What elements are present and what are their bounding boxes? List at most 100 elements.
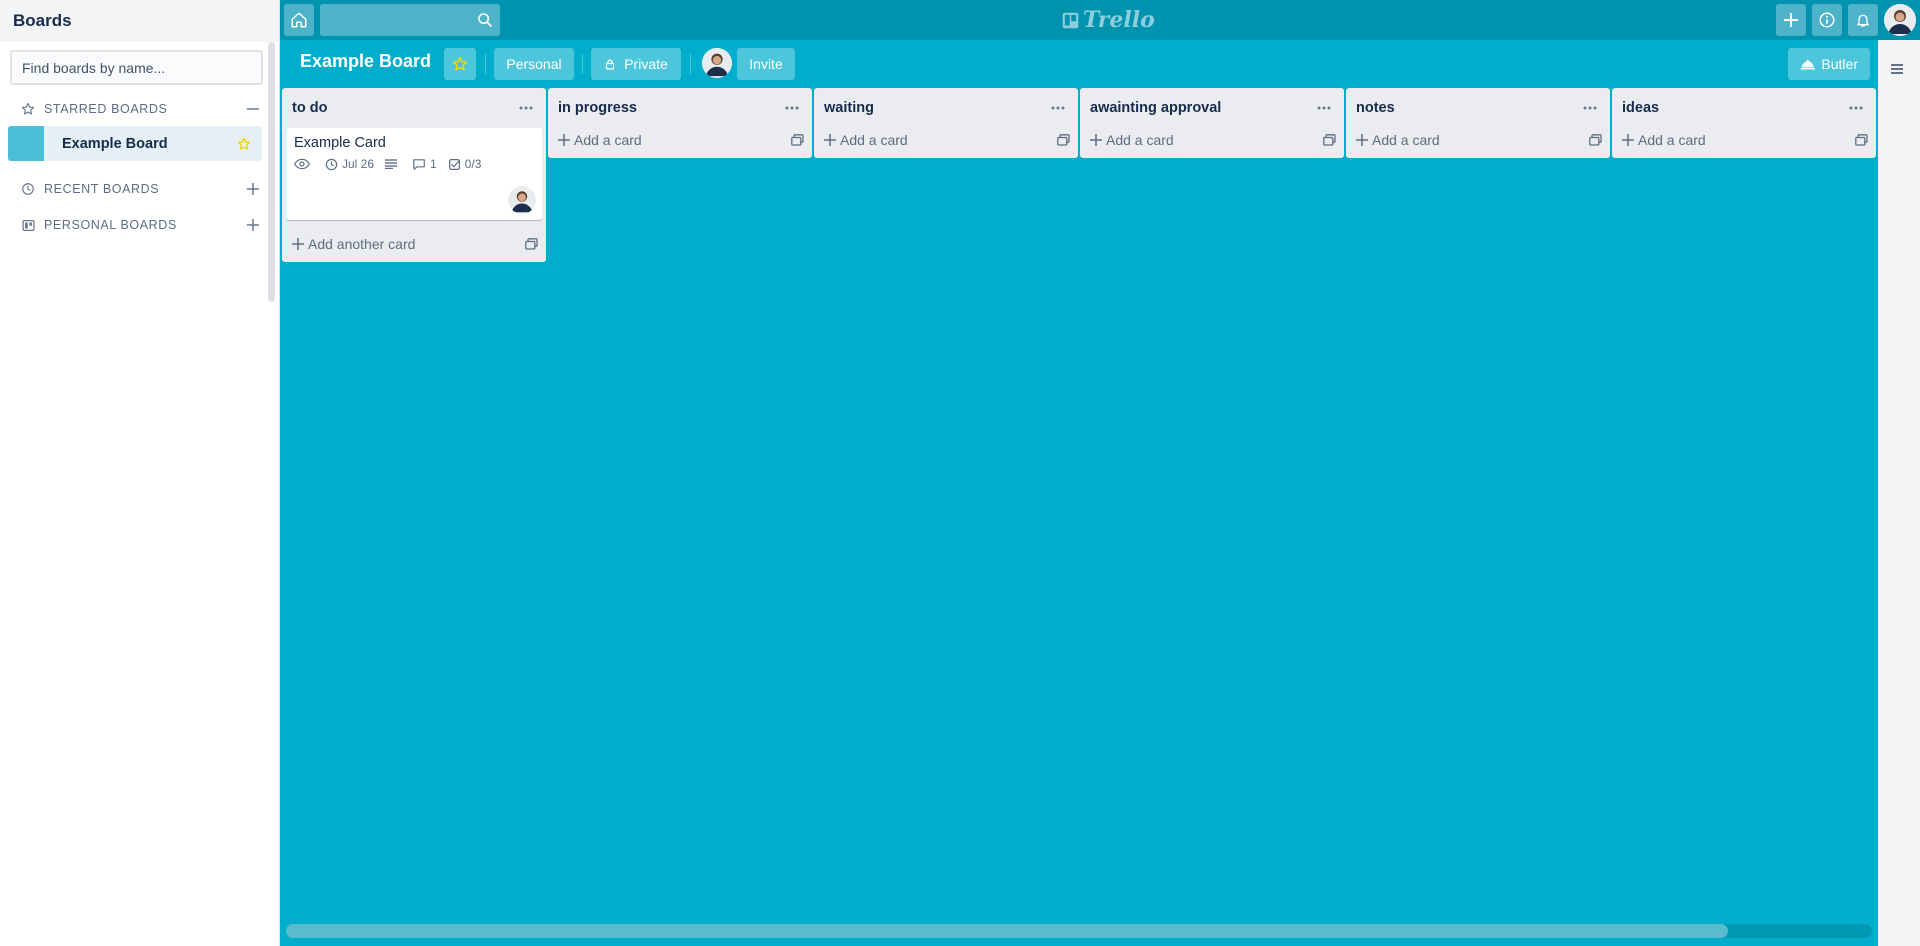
- checklist-count: 0/3: [464, 157, 482, 171]
- list-title[interactable]: ideas: [1622, 100, 1846, 116]
- info-icon: [1819, 12, 1835, 28]
- star-icon: [452, 56, 468, 71]
- sidebar-scrollbar[interactable]: [268, 42, 275, 302]
- trello-logo[interactable]: Trello: [1062, 7, 1155, 33]
- plus-icon: [1356, 134, 1368, 146]
- collapse-starred-button[interactable]: [245, 101, 261, 117]
- create-button[interactable]: [1776, 4, 1806, 36]
- star-filled-icon[interactable]: [234, 134, 254, 154]
- add-card-button[interactable]: Add a card: [548, 122, 812, 158]
- list-menu-button[interactable]: [516, 106, 536, 110]
- list-title[interactable]: notes: [1356, 100, 1580, 116]
- board-icon: [20, 217, 36, 233]
- privacy-button[interactable]: Private: [591, 48, 681, 80]
- privacy-label: Private: [624, 56, 668, 72]
- find-boards-input[interactable]: [10, 50, 263, 85]
- list-title[interactable]: waiting: [824, 100, 1048, 116]
- clock-icon: [325, 158, 338, 170]
- ellipsis-icon: [1849, 106, 1863, 110]
- team-visibility-button[interactable]: Personal: [494, 48, 574, 80]
- list-title[interactable]: in progress: [558, 100, 782, 116]
- user-avatar[interactable]: [1884, 4, 1916, 36]
- butler-icon: [1800, 59, 1815, 70]
- card-template-icon[interactable]: [1057, 134, 1070, 146]
- info-button[interactable]: [1812, 4, 1842, 36]
- board-member-avatar[interactable]: [702, 48, 732, 78]
- recent-boards-label: RECENT BOARDS: [44, 182, 160, 196]
- list-menu-button[interactable]: [1048, 106, 1068, 110]
- logo-text: Trello: [1083, 7, 1155, 33]
- ellipsis-icon: [1051, 106, 1065, 110]
- butler-button[interactable]: Butler: [1788, 48, 1870, 80]
- comments-badge: 1: [412, 157, 437, 171]
- card-template-icon[interactable]: [791, 134, 804, 146]
- notifications-button[interactable]: [1848, 4, 1878, 36]
- header-divider: [485, 54, 486, 74]
- starred-boards-label: STARRED BOARDS: [44, 102, 168, 116]
- board-header: Example Board Personal Private Invite Bu…: [280, 40, 1880, 90]
- plus-icon: [1784, 13, 1798, 27]
- add-card-button[interactable]: Add a card: [1612, 122, 1876, 158]
- user-avatar-icon: [1884, 4, 1916, 36]
- sidebar-title: Boards: [0, 0, 279, 42]
- list-title[interactable]: to do: [292, 100, 516, 116]
- ellipsis-icon: [519, 106, 533, 110]
- personal-boards-label: PERSONAL BOARDS: [44, 218, 177, 232]
- home-icon: [291, 12, 307, 28]
- plus-icon: [824, 134, 836, 146]
- personal-boards-section: PERSONAL BOARDS: [0, 211, 279, 239]
- scrollbar-thumb[interactable]: [286, 924, 1728, 938]
- add-card-button[interactable]: Add a card: [814, 122, 1078, 158]
- checklist-badge: 0/3: [448, 157, 482, 171]
- list-menu-button[interactable]: [1580, 106, 1600, 110]
- add-card-button[interactable]: Add another card: [282, 226, 546, 262]
- card-template-icon[interactable]: [1855, 134, 1868, 146]
- ellipsis-icon: [1583, 106, 1597, 110]
- header-search-input[interactable]: [320, 4, 500, 36]
- list-notes: notes Add a card: [1346, 88, 1610, 158]
- menu-icon[interactable]: [1890, 62, 1904, 78]
- sidebar-board-example-board[interactable]: Example Board: [8, 126, 262, 161]
- list-menu-button[interactable]: [1846, 106, 1866, 110]
- comment-icon: [413, 158, 425, 170]
- card-template-icon[interactable]: [525, 238, 538, 250]
- header-divider: [690, 54, 691, 74]
- board-title[interactable]: Example Board: [300, 51, 431, 72]
- member-avatar-icon: [508, 186, 536, 214]
- plus-icon: [1090, 134, 1102, 146]
- minus-icon: [247, 108, 259, 110]
- clock-icon: [20, 181, 36, 197]
- board-horizontal-scrollbar[interactable]: [286, 924, 1872, 938]
- star-board-button[interactable]: [444, 48, 476, 80]
- member-avatar-icon: [702, 48, 732, 78]
- invite-button[interactable]: Invite: [737, 48, 795, 80]
- add-card-button[interactable]: Add a card: [1080, 122, 1344, 158]
- eye-icon: [294, 158, 310, 170]
- ellipsis-icon: [1317, 106, 1331, 110]
- list-awainting-approval: awainting approval Add a card: [1080, 88, 1344, 158]
- add-card-label: Add a card: [1638, 132, 1706, 148]
- checkbox-icon: [448, 158, 460, 170]
- search-icon: [477, 12, 493, 31]
- card-example-card[interactable]: Example Card Jul 26 1 0/3: [286, 128, 542, 220]
- top-header: Trello: [280, 0, 1920, 40]
- expand-recent-button[interactable]: [245, 181, 261, 197]
- list-menu-button[interactable]: [1314, 106, 1334, 110]
- add-card-label: Add a card: [840, 132, 908, 148]
- list-menu-button[interactable]: [782, 106, 802, 110]
- ellipsis-icon: [785, 106, 799, 110]
- starred-boards-section: STARRED BOARDS: [0, 95, 279, 123]
- home-button[interactable]: [284, 4, 314, 36]
- card-template-icon[interactable]: [1589, 134, 1602, 146]
- list-header: to do: [282, 88, 546, 128]
- add-personal-board-button[interactable]: [245, 217, 261, 233]
- list-waiting: waiting Add a card: [814, 88, 1078, 158]
- list-title[interactable]: awainting approval: [1090, 100, 1314, 116]
- butler-label: Butler: [1821, 56, 1858, 72]
- card-template-icon[interactable]: [1323, 134, 1336, 146]
- add-card-button[interactable]: Add a card: [1346, 122, 1610, 158]
- trello-logo-icon: [1062, 12, 1079, 28]
- card-member-avatar[interactable]: [508, 186, 536, 214]
- sidebar-board-label: Example Board: [62, 135, 168, 152]
- description-badge: [385, 159, 401, 169]
